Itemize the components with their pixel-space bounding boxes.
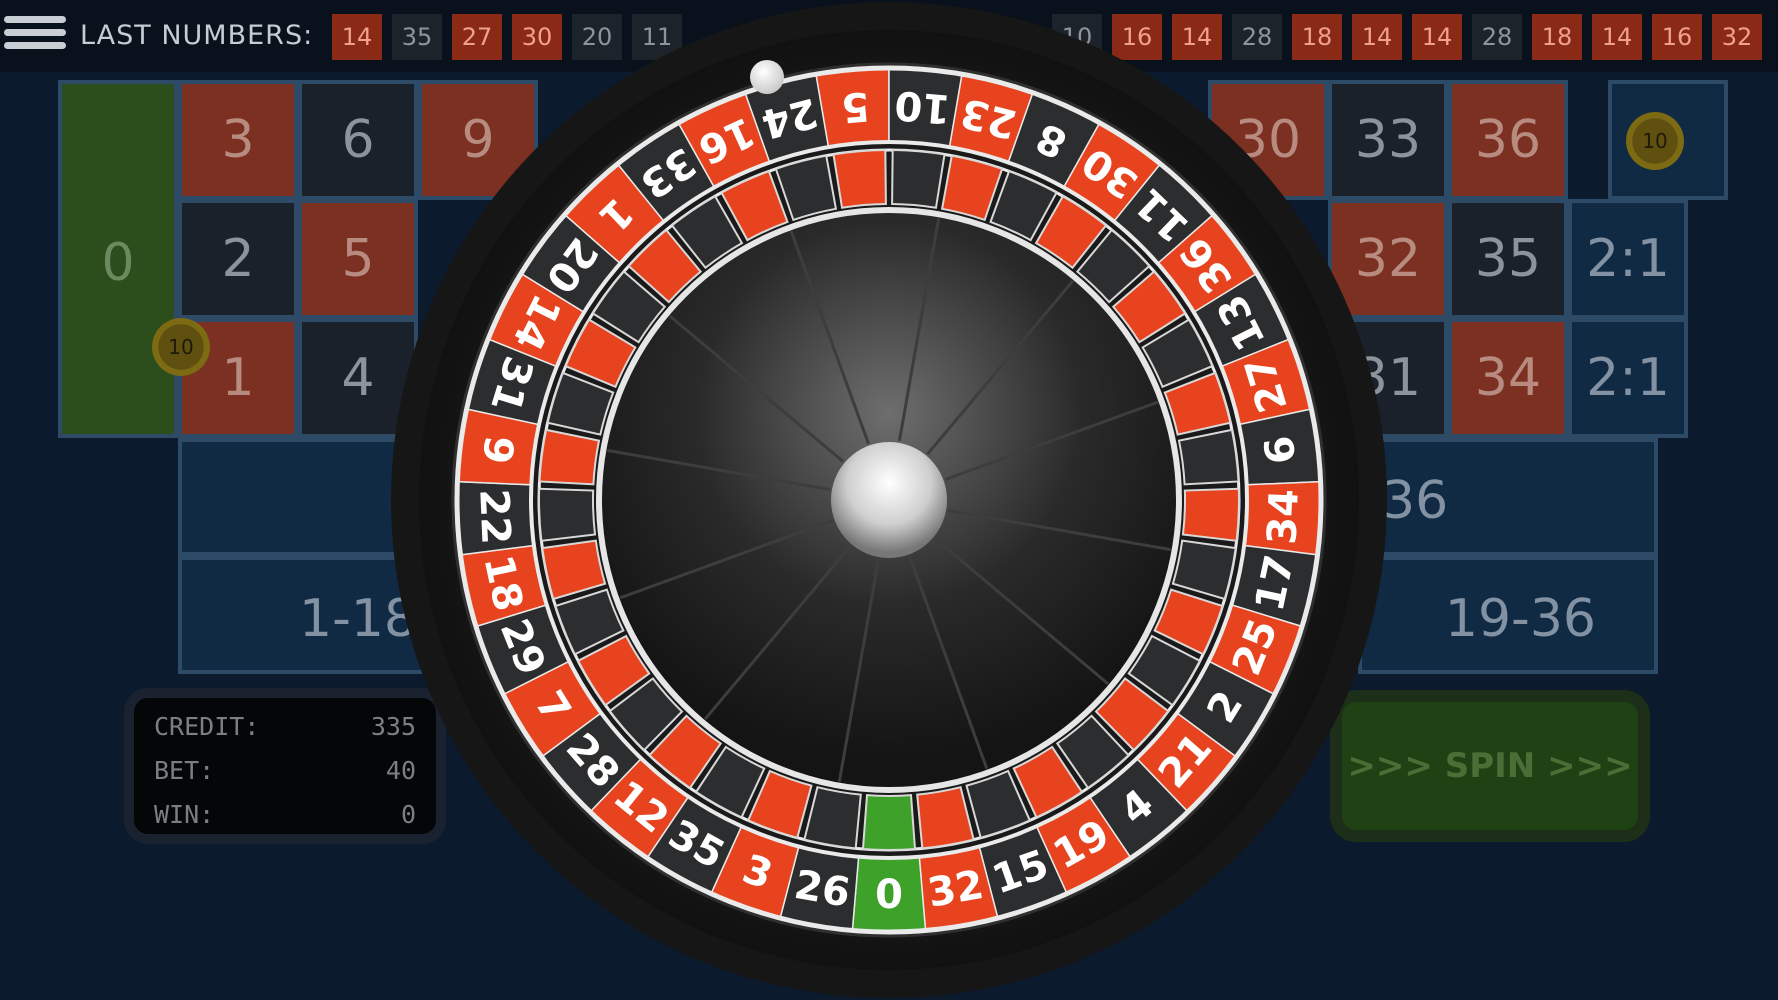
wheel-hub bbox=[831, 442, 947, 558]
wheel-number-label: 6 bbox=[1256, 433, 1305, 466]
wheel-number-label: 0 bbox=[875, 872, 903, 918]
wheel-number-label: 5 bbox=[840, 82, 872, 130]
wheel-pocket bbox=[861, 794, 917, 852]
wheel-number-label: 26 bbox=[791, 862, 854, 917]
roulette-wheel: 0263351228729182293114201331624 5 10 23 8 301… bbox=[391, 2, 1387, 998]
wheel-number-label: 22 bbox=[470, 488, 518, 546]
wheel-number-label: 34 bbox=[1259, 488, 1307, 546]
wheel-pocket bbox=[832, 149, 887, 209]
roulette-ball bbox=[750, 60, 784, 94]
wheel-pocket bbox=[1181, 487, 1240, 542]
wheel-pocket bbox=[538, 487, 597, 542]
wheel-pocket bbox=[1177, 428, 1240, 486]
wheel-number-label: 32 bbox=[924, 862, 987, 917]
wheel-number-label: 10 bbox=[893, 81, 952, 132]
wheel-pocket bbox=[891, 149, 946, 209]
wheel-number-label: 9 bbox=[473, 433, 522, 466]
wheel-pocket bbox=[538, 428, 601, 486]
